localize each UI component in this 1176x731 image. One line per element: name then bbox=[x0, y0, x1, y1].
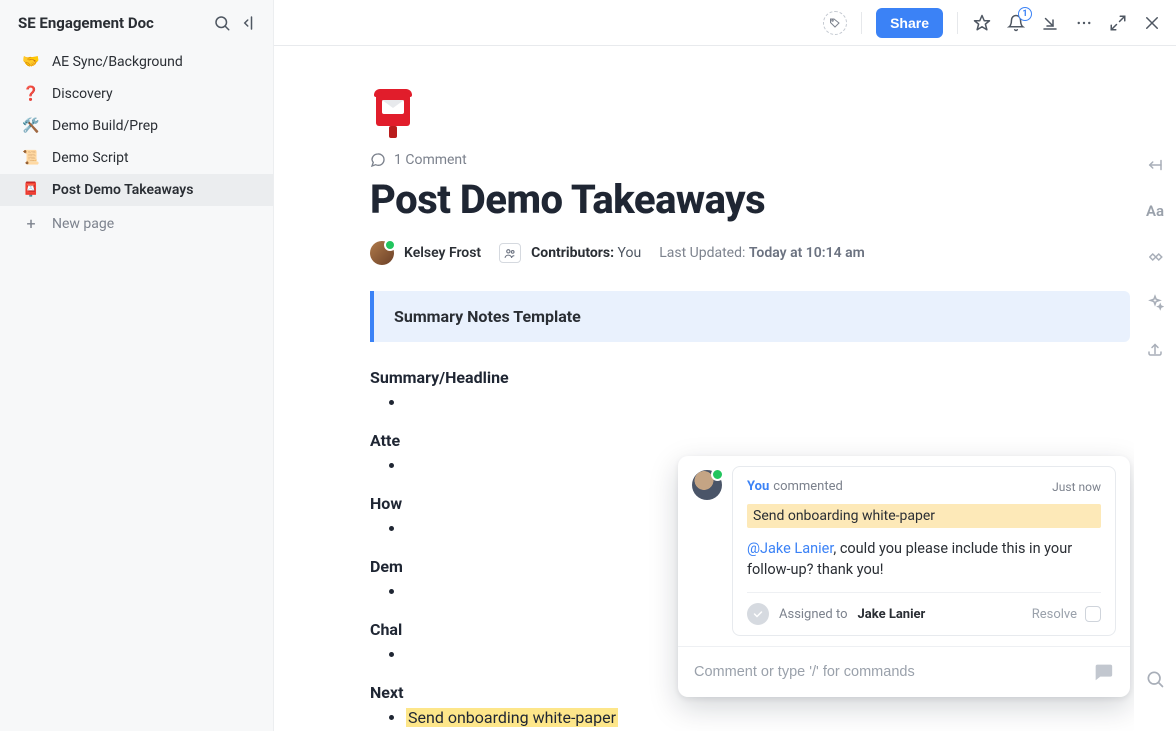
resolve-checkbox[interactable] bbox=[1085, 606, 1101, 622]
divider bbox=[957, 12, 958, 34]
highlighted-text[interactable]: Send onboarding white-paper bbox=[406, 708, 618, 727]
sparkle-icon[interactable] bbox=[1146, 294, 1164, 312]
contributors[interactable]: Contributors: You bbox=[499, 243, 641, 263]
search-icon[interactable] bbox=[213, 14, 231, 32]
right-rail: Aa bbox=[1134, 46, 1176, 731]
page-emoji[interactable] bbox=[370, 86, 418, 142]
contributors-value: You bbox=[618, 245, 642, 261]
download-icon[interactable] bbox=[1040, 13, 1060, 33]
expand-icon[interactable] bbox=[1108, 13, 1128, 33]
avatar bbox=[370, 241, 394, 265]
check-icon bbox=[747, 603, 769, 625]
more-icon[interactable] bbox=[1074, 13, 1094, 33]
comment-header: You commented Just now bbox=[747, 479, 1101, 494]
assignee-name[interactable]: Jake Lanier bbox=[858, 607, 926, 622]
upload-icon[interactable] bbox=[1146, 340, 1164, 358]
divider bbox=[861, 12, 862, 34]
scroll-icon: 📜 bbox=[22, 150, 40, 166]
sidebar-item-demo-build[interactable]: 🛠️ Demo Build/Prep bbox=[0, 110, 273, 142]
updated-value: Today at 10:14 am bbox=[749, 245, 865, 261]
comment-action: commented bbox=[773, 479, 843, 494]
mention[interactable]: @Jake Lanier bbox=[747, 540, 833, 557]
star-icon[interactable] bbox=[972, 13, 992, 33]
typography-icon[interactable]: Aa bbox=[1146, 202, 1164, 220]
contributors-label: Contributors: bbox=[531, 245, 614, 261]
ai-icon[interactable] bbox=[1146, 248, 1164, 266]
callout-title: Summary Notes Template bbox=[394, 307, 1110, 326]
people-icon bbox=[499, 243, 521, 263]
send-icon[interactable] bbox=[1092, 661, 1114, 683]
commenter-avatar bbox=[692, 470, 722, 500]
list-item: Send onboarding white-paper bbox=[406, 708, 1130, 726]
sidebar-list: 🤝 AE Sync/Background ❓ Discovery 🛠️ Demo… bbox=[0, 42, 273, 241]
commenter-name: You bbox=[747, 479, 769, 494]
comment-body: @Jake Lanier, could you please include t… bbox=[747, 538, 1101, 580]
tools-icon: 🛠️ bbox=[22, 118, 40, 134]
postbox-icon bbox=[370, 86, 416, 140]
section-heading: Summary/Headline bbox=[370, 368, 1130, 387]
share-button[interactable]: Share bbox=[876, 8, 943, 38]
sidebar-item-discovery[interactable]: ❓ Discovery bbox=[0, 78, 273, 110]
comment-input-row bbox=[678, 646, 1130, 697]
sidebar: SE Engagement Doc 🤝 AE Sync/Background ❓… bbox=[0, 0, 274, 731]
find-icon[interactable] bbox=[1145, 669, 1165, 689]
page-title[interactable]: Post Demo Takeaways bbox=[370, 176, 1130, 223]
bell-icon[interactable]: 1 bbox=[1006, 13, 1026, 33]
sidebar-item-label: Demo Build/Prep bbox=[52, 118, 158, 134]
comment-timestamp: Just now bbox=[1052, 480, 1101, 494]
author-name: Kelsey Frost bbox=[404, 245, 481, 261]
sidebar-header: SE Engagement Doc bbox=[0, 0, 273, 42]
sidebar-new-page[interactable]: + New page bbox=[0, 206, 273, 241]
comment-quoted-text: Send onboarding white-paper bbox=[747, 504, 1101, 528]
document-area: 1 Comment Post Demo Takeaways Kelsey Fro… bbox=[274, 46, 1134, 731]
sidebar-item-label: Post Demo Takeaways bbox=[52, 182, 193, 198]
outdent-icon[interactable] bbox=[1146, 156, 1164, 174]
last-updated: Last Updated: Today at 10:14 am bbox=[659, 245, 865, 261]
author[interactable]: Kelsey Frost bbox=[370, 241, 481, 265]
comment-footer: Assigned to Jake Lanier Resolve bbox=[747, 592, 1101, 625]
comment-input[interactable] bbox=[694, 664, 1092, 680]
doc-meta-row: Kelsey Frost Contributors: You Last Upda… bbox=[370, 241, 1130, 265]
sidebar-item-demo-script[interactable]: 📜 Demo Script bbox=[0, 142, 273, 174]
comment-popover: You commented Just now Send onboarding w… bbox=[678, 456, 1130, 697]
list-item bbox=[406, 393, 1130, 411]
sidebar-item-label: Demo Script bbox=[52, 150, 129, 166]
sidebar-item-label: AE Sync/Background bbox=[52, 54, 183, 70]
sidebar-item-post-demo[interactable]: 📮 Post Demo Takeaways bbox=[0, 174, 273, 206]
sidebar-item-ae-sync[interactable]: 🤝 AE Sync/Background bbox=[0, 46, 273, 78]
resolve-label: Resolve bbox=[1032, 607, 1077, 622]
section-heading: Atte bbox=[370, 431, 1130, 450]
question-icon: ❓ bbox=[22, 86, 40, 102]
updated-label: Last Updated: bbox=[659, 245, 745, 261]
notification-badge: 1 bbox=[1018, 7, 1032, 21]
postbox-icon: 📮 bbox=[22, 182, 40, 198]
handshake-icon: 🤝 bbox=[22, 54, 40, 70]
doc-workspace-title: SE Engagement Doc bbox=[18, 14, 203, 32]
callout-block[interactable]: Summary Notes Template bbox=[370, 291, 1130, 342]
plus-icon: + bbox=[22, 214, 40, 233]
collapse-sidebar-icon[interactable] bbox=[241, 14, 259, 32]
comment-card: You commented Just now Send onboarding w… bbox=[732, 466, 1116, 636]
close-icon[interactable] bbox=[1142, 13, 1162, 33]
comment-count-label: 1 Comment bbox=[394, 152, 467, 168]
new-page-label: New page bbox=[52, 216, 114, 232]
comment-icon bbox=[370, 152, 386, 168]
assigned-to-label: Assigned to bbox=[779, 607, 848, 622]
comment-count[interactable]: 1 Comment bbox=[370, 152, 1130, 168]
resolve-control[interactable]: Resolve bbox=[1032, 606, 1101, 622]
main: Share 1 bbox=[274, 0, 1176, 731]
tag-icon[interactable] bbox=[823, 11, 847, 35]
sidebar-item-label: Discovery bbox=[52, 86, 113, 102]
topbar: Share 1 bbox=[274, 0, 1176, 46]
